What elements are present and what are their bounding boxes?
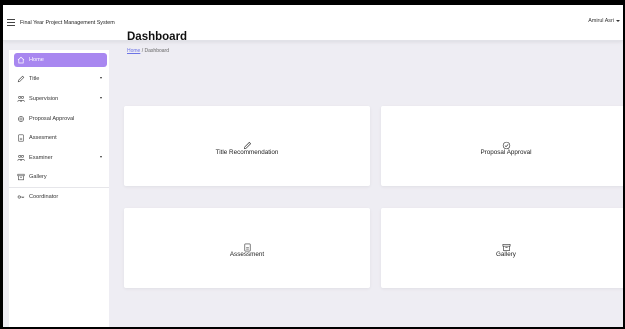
home-icon (17, 56, 25, 64)
sidebar-item-label: Gallery (29, 174, 47, 180)
users-icon (17, 95, 25, 103)
sidebar-item-label: Coordinator (29, 194, 59, 200)
pencil-icon (243, 137, 252, 149)
sidebar-item-examiner[interactable]: Examiner (14, 151, 104, 165)
user-menu[interactable]: Amirul Asri (588, 18, 620, 24)
sidebar-item-label: Home (29, 57, 44, 63)
page-title: Dashboard (127, 31, 188, 43)
sidebar: Home Title Supervision Proposal Approval (9, 50, 109, 327)
breadcrumb-separator: / (141, 48, 144, 54)
sidebar-item-gallery[interactable]: Gallery (14, 170, 104, 184)
archive-icon (17, 173, 25, 181)
top-navbar: Final Year Project Management System Ami… (3, 5, 623, 41)
card-label: Assessment (229, 250, 265, 258)
sidebar-divider (9, 187, 109, 188)
app-title: Final Year Project Management System (20, 19, 115, 26)
card-title-recommendation[interactable]: Title Recommendation (124, 106, 370, 186)
pencil-icon (17, 75, 25, 83)
chevron-down-icon (100, 97, 102, 99)
key-icon (17, 193, 25, 201)
sidebar-item-title[interactable]: Title (14, 72, 104, 86)
sidebar-item-supervision[interactable]: Supervision (14, 92, 104, 106)
check-circle-icon (502, 137, 511, 149)
sidebar-item-label: Title (29, 76, 40, 82)
chevron-down-icon (100, 156, 102, 158)
card-proposal-approval[interactable]: Proposal Approval (381, 106, 623, 186)
sidebar-item-assesment[interactable]: Assesment (14, 131, 104, 145)
hamburger-menu-icon[interactable] (7, 19, 15, 26)
card-assessment[interactable]: Assessment (124, 208, 370, 288)
sidebar-item-label: Assesment (29, 135, 57, 141)
chevron-down-icon (100, 77, 102, 79)
users-icon (17, 154, 25, 162)
chevron-down-icon (616, 20, 620, 22)
user-name: Amirul Asri (588, 18, 614, 24)
card-label: Title Recommendation (215, 148, 279, 156)
sidebar-item-label: Proposal Approval (29, 116, 75, 122)
breadcrumb-home-link[interactable]: Home (127, 48, 140, 54)
card-label: Gallery (496, 250, 516, 258)
document-icon (17, 134, 25, 142)
card-label: Proposal Approval (480, 148, 532, 156)
archive-icon (502, 239, 511, 251)
sidebar-item-coordinator[interactable]: Coordinator (14, 190, 104, 204)
approval-icon (17, 115, 25, 123)
breadcrumb: Home / Dashboard (127, 48, 169, 54)
card-gallery[interactable]: Gallery (381, 208, 623, 288)
sidebar-item-label: Examiner (29, 155, 53, 161)
sidebar-item-proposal-approval[interactable]: Proposal Approval (14, 112, 104, 126)
sidebar-item-label: Supervision (29, 96, 59, 102)
app-window: Final Year Project Management System Ami… (3, 5, 623, 327)
breadcrumb-current: Dashboard (144, 48, 169, 54)
document-icon (243, 239, 252, 251)
sidebar-item-home[interactable]: Home (14, 53, 107, 67)
